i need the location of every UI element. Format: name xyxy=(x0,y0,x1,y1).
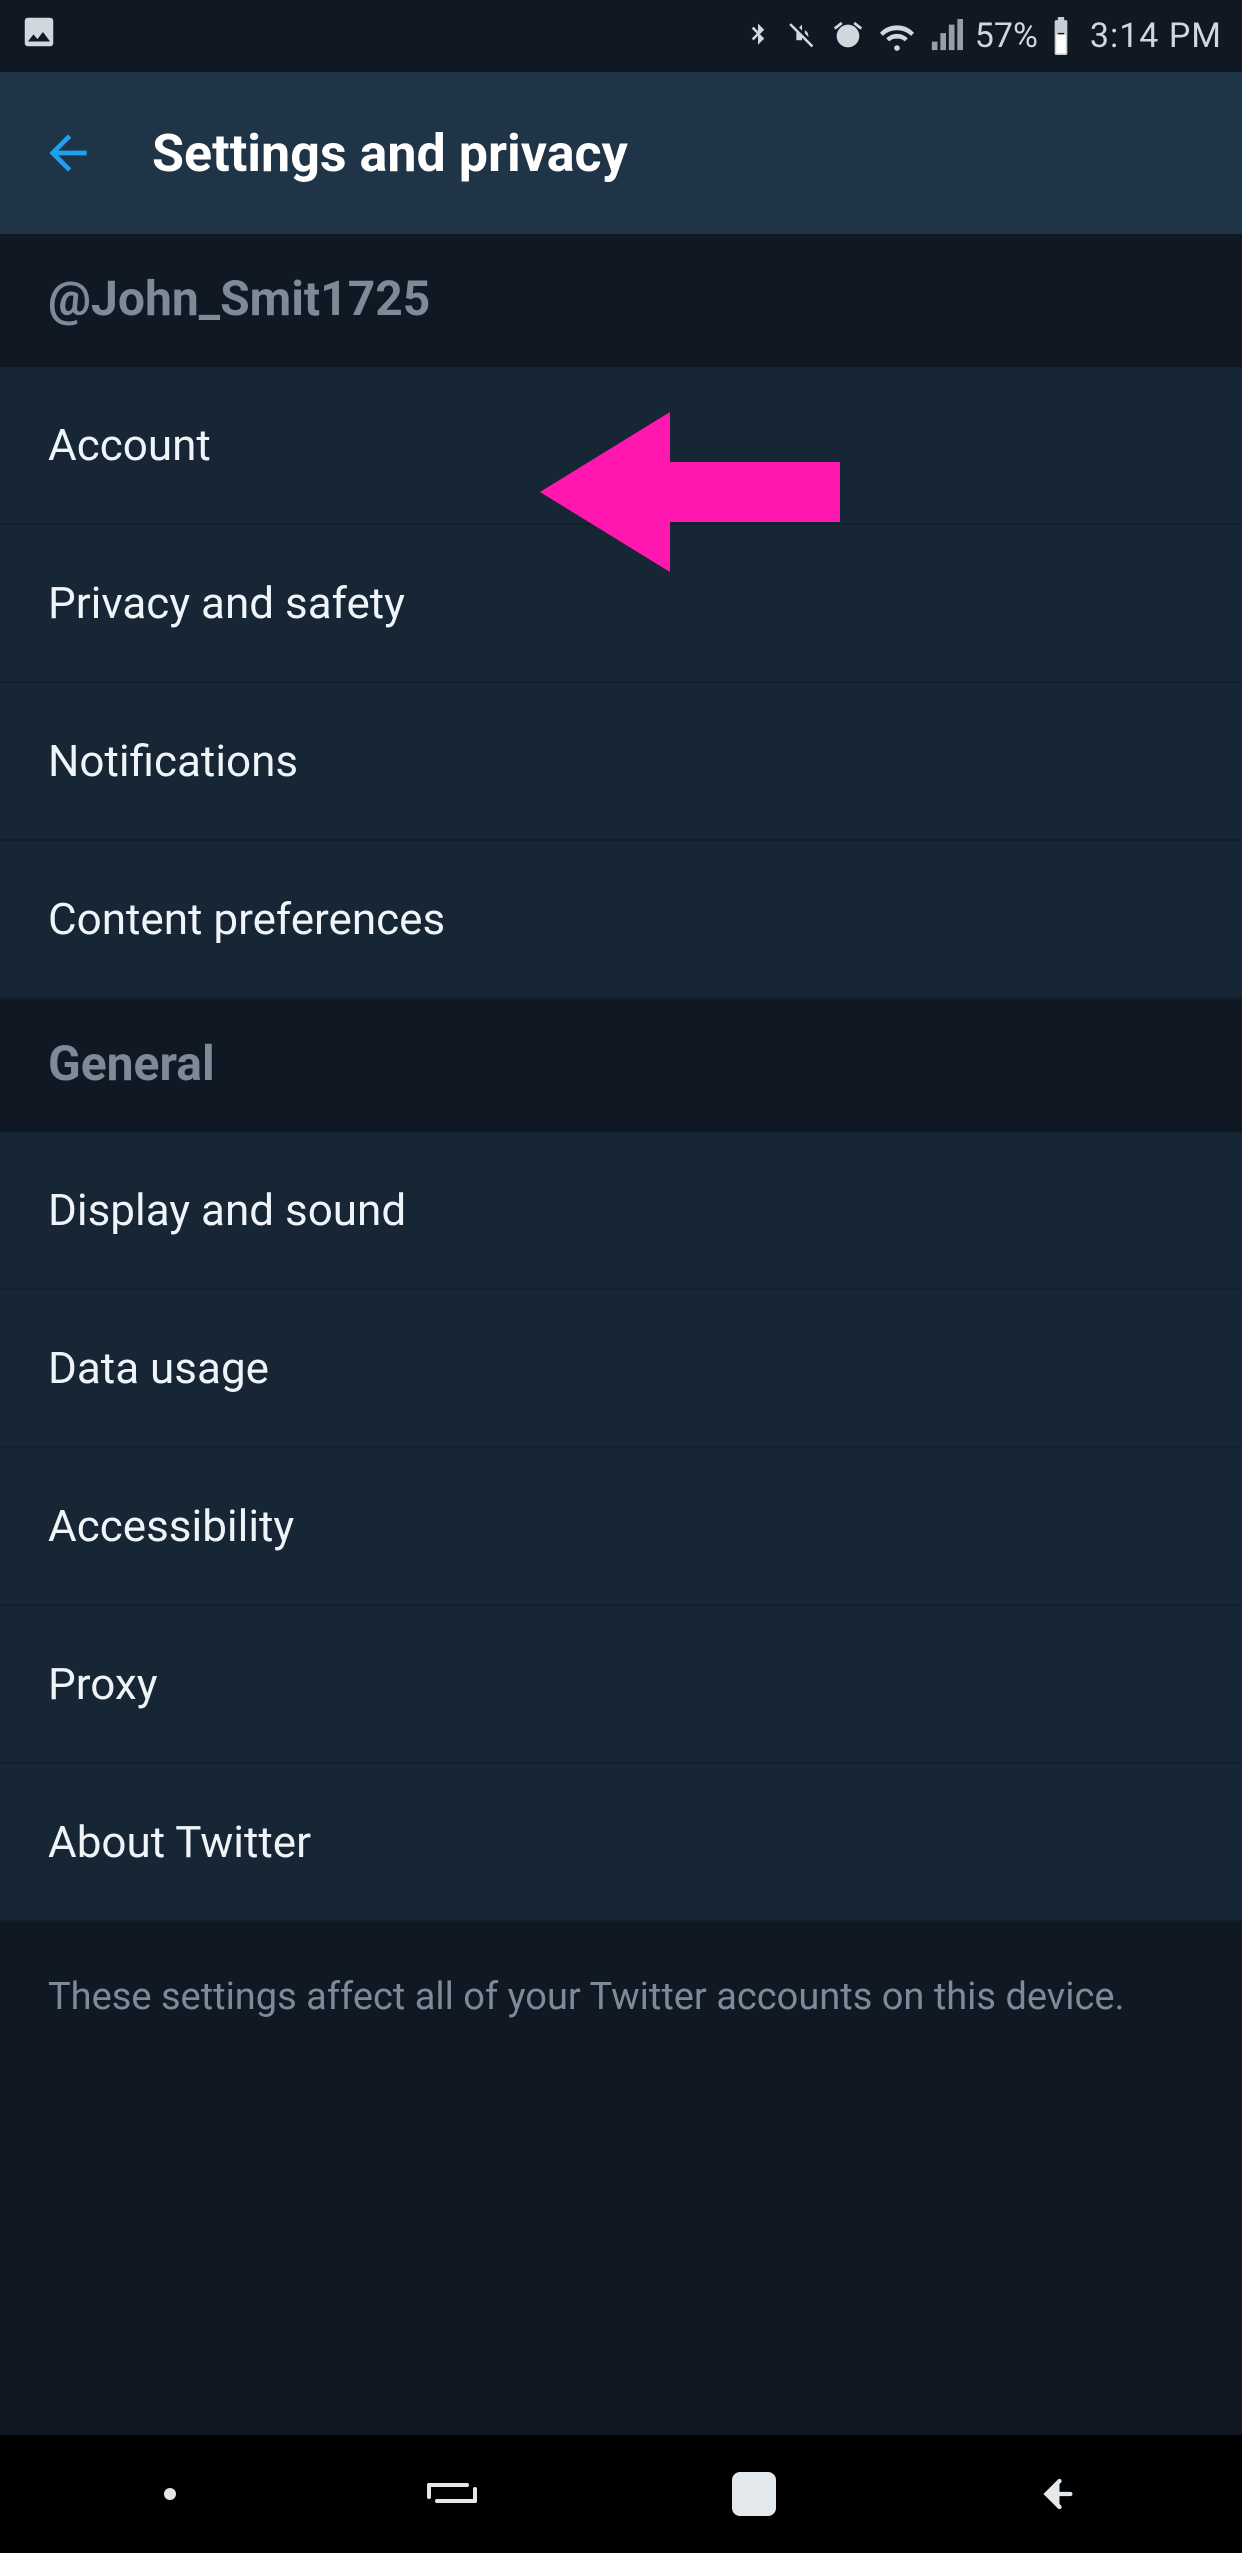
clock-time: 3:14 PM xyxy=(1090,16,1222,56)
settings-item-content-preferences[interactable]: Content preferences xyxy=(0,841,1242,999)
mute-icon xyxy=(785,19,819,53)
settings-item-privacy-safety[interactable]: Privacy and safety xyxy=(0,525,1242,683)
battery-percentage: 57% xyxy=(975,16,1038,56)
recent-apps-button[interactable] xyxy=(423,2473,481,2515)
settings-item-account[interactable]: Account xyxy=(0,367,1242,525)
settings-item-display-sound[interactable]: Display and sound xyxy=(0,1132,1242,1290)
bluetooth-icon xyxy=(743,18,773,54)
battery-icon xyxy=(1050,17,1072,55)
wifi-icon xyxy=(877,19,917,53)
app-header: Settings and privacy xyxy=(0,72,1242,234)
settings-item-proxy[interactable]: Proxy xyxy=(0,1606,1242,1764)
home-button[interactable] xyxy=(728,2468,780,2520)
picture-icon xyxy=(20,13,58,59)
settings-item-notifications[interactable]: Notifications xyxy=(0,683,1242,841)
back-button[interactable] xyxy=(1027,2468,1079,2520)
footer-note: These settings affect all of your Twitte… xyxy=(0,1922,1242,2025)
system-nav-bar xyxy=(0,2435,1242,2553)
signal-icon xyxy=(929,19,963,53)
section-header-general: General xyxy=(0,999,1242,1132)
alarm-icon xyxy=(831,19,865,53)
settings-item-data-usage[interactable]: Data usage xyxy=(0,1290,1242,1448)
section-header-account: @John_Smit1725 xyxy=(0,234,1242,367)
settings-item-about-twitter[interactable]: About Twitter xyxy=(0,1764,1242,1922)
nav-indicator-dot xyxy=(164,2488,176,2500)
back-arrow-icon[interactable] xyxy=(40,125,96,181)
page-title: Settings and privacy xyxy=(152,123,628,184)
status-bar: 57% 3:14 PM xyxy=(0,0,1242,72)
settings-item-accessibility[interactable]: Accessibility xyxy=(0,1448,1242,1606)
